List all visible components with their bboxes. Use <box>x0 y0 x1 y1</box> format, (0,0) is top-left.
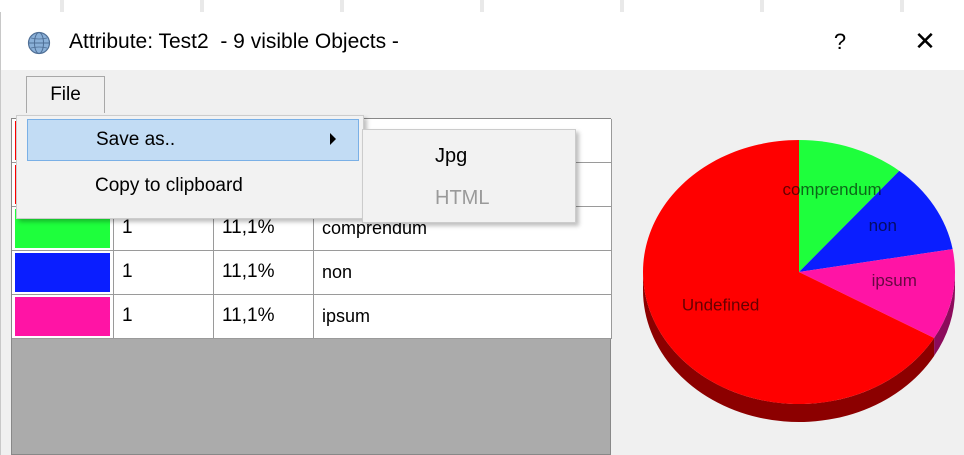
pie-slice-label: non <box>869 216 897 235</box>
color-cell <box>12 251 114 294</box>
submenu-item-jpg[interactable]: Jpg <box>363 136 575 176</box>
table-row[interactable]: 1 11,1% ipsum <box>12 295 612 339</box>
file-menu-dropdown: Save as.. Copy to clipboard <box>16 115 364 219</box>
count-cell: 1 <box>114 251 214 294</box>
title-bar[interactable]: Attribute: Test2 - 9 visible Objects - ?… <box>1 12 964 70</box>
color-swatch <box>15 253 110 292</box>
pie-chart: comprendum non ipsum Undefined <box>643 140 955 422</box>
menu-file[interactable]: File <box>26 76 105 113</box>
menu-item-copy-label: Copy to clipboard <box>95 175 243 196</box>
name-cell: non <box>314 251 612 294</box>
menu-item-save-as[interactable]: Save as.. <box>27 119 359 161</box>
close-button[interactable]: ✕ <box>905 24 945 58</box>
menu-item-copy-to-clipboard[interactable]: Copy to clipboard <box>17 166 363 208</box>
pie-slice-label: comprendum <box>782 180 881 199</box>
color-cell <box>12 295 114 338</box>
background-window-strip <box>0 0 964 12</box>
help-button[interactable]: ? <box>823 26 857 58</box>
app-globe-icon <box>27 31 51 55</box>
percent-cell: 11,1% <box>214 295 314 338</box>
menu-item-save-as-label: Save as.. <box>96 129 176 150</box>
table-row[interactable]: 1 11,1% non <box>12 251 612 295</box>
pie-slice-label: ipsum <box>872 271 917 290</box>
save-as-submenu: Jpg HTML <box>362 129 576 223</box>
color-swatch <box>15 297 110 336</box>
pie-slice-label: Undefined <box>682 295 760 314</box>
name-cell: ipsum <box>314 295 612 338</box>
submenu-item-html: HTML <box>363 178 575 218</box>
submenu-arrow-icon <box>330 133 336 145</box>
percent-cell: 11,1% <box>214 251 314 294</box>
submenu-item-jpg-label: Jpg <box>435 145 468 167</box>
submenu-item-html-label: HTML <box>435 187 490 209</box>
window-title: Attribute: Test2 - 9 visible Objects - <box>69 30 399 53</box>
count-cell: 1 <box>114 295 214 338</box>
pie-chart-panel: comprendum non ipsum Undefined <box>615 118 964 455</box>
menu-bar: File <box>11 70 955 114</box>
attribute-dialog: Attribute: Test2 - 9 visible Objects - ?… <box>0 12 964 455</box>
